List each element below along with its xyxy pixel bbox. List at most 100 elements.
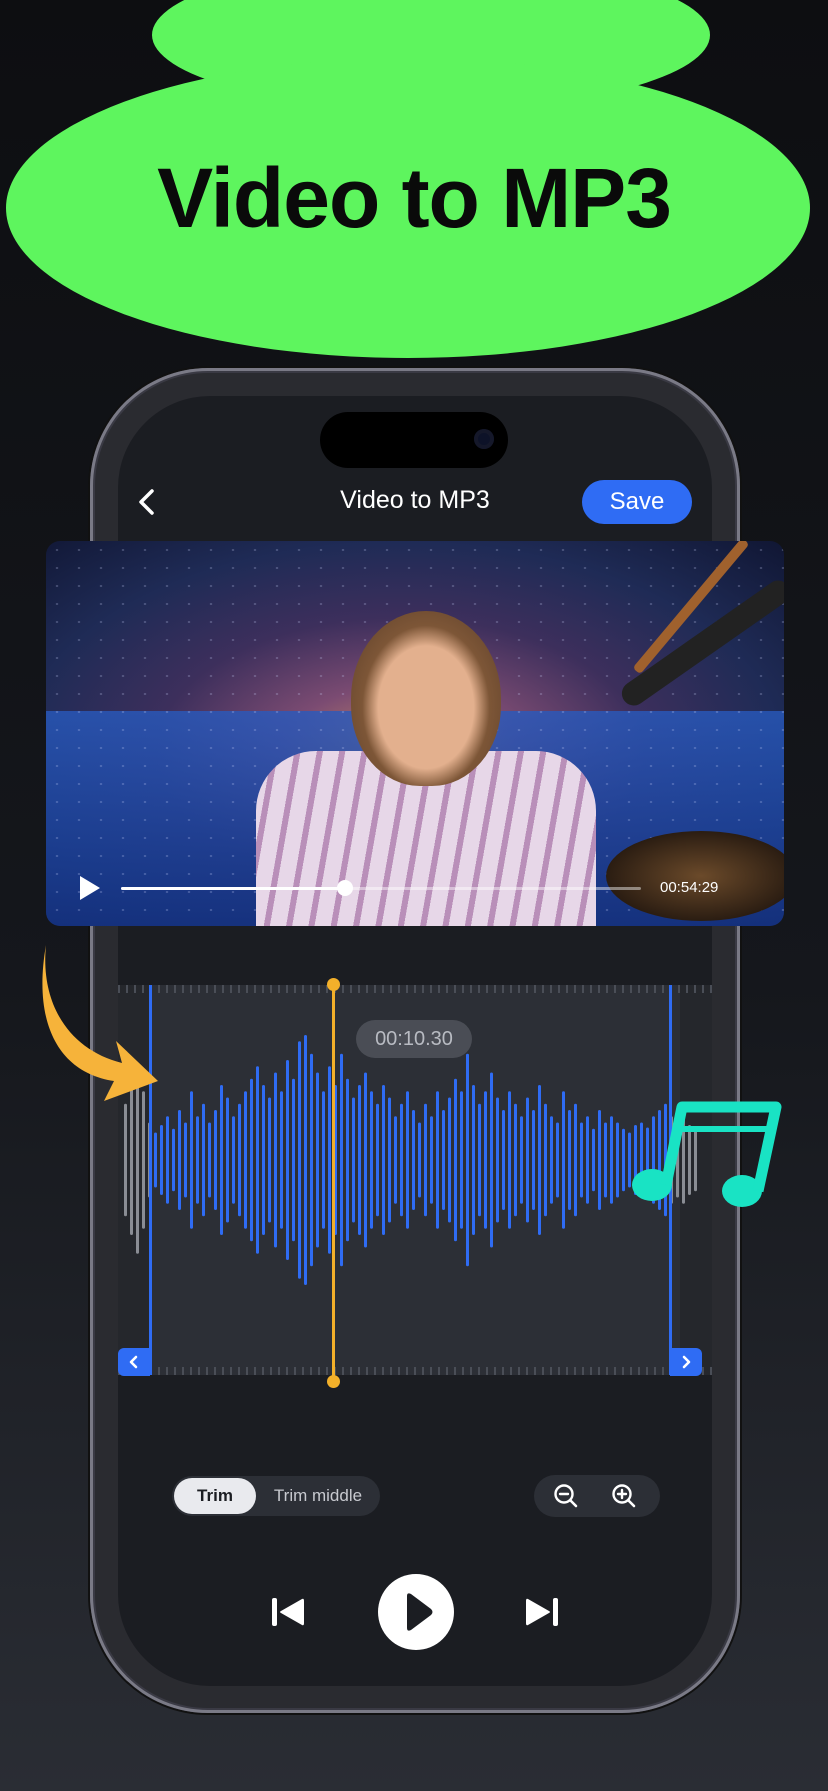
previous-button[interactable] [268,1592,308,1632]
waveform-bar [286,1060,289,1260]
zoom-out-icon [554,1484,578,1508]
waveform-bar [376,1103,379,1217]
playhead-bottom-dot [327,1375,340,1388]
back-button[interactable] [130,484,166,520]
waveform-bar [424,1103,427,1217]
waveform-bar [388,1097,391,1223]
waveform-bar [316,1072,319,1248]
waveform-bar [406,1091,409,1229]
waveform-bar [448,1097,451,1223]
waveform-bar [568,1110,571,1210]
zoom-out-button[interactable] [552,1482,580,1510]
waveform-bar [532,1110,535,1210]
waveform-bar [586,1116,589,1204]
waveform-bar [166,1116,169,1204]
waveform-bar [460,1091,463,1229]
waveform-bar [256,1066,259,1254]
waveform-bar [442,1110,445,1210]
waveform-bar [268,1097,271,1223]
waveform-bar [370,1091,373,1229]
waveform-bar [124,1103,127,1217]
trim-option[interactable]: Trim [174,1478,256,1514]
waveform-bar [226,1097,229,1223]
playhead-top-dot [327,978,340,991]
waveform-bar [184,1122,187,1198]
skip-back-icon [272,1598,304,1626]
waveform-bar [412,1110,415,1210]
waveform-bar [250,1078,253,1242]
waveform-bar [616,1122,619,1198]
waveform-bar [604,1122,607,1198]
chevron-left-icon [129,1355,138,1369]
waveform-bar [364,1072,367,1248]
waveform-bar [154,1132,157,1188]
waveform-bar [292,1078,295,1242]
next-button[interactable] [522,1592,562,1632]
waveform-bar [202,1103,205,1217]
curved-arrow-icon [42,945,158,1101]
waveform-bar [382,1085,385,1235]
waveform-bar [472,1085,475,1235]
waveform-bar [436,1091,439,1229]
waveform-bar [394,1116,397,1204]
zoom-in-button[interactable] [610,1482,638,1510]
video-singer-head [351,611,501,786]
waveform-bar [160,1125,163,1195]
waveform-bar [358,1085,361,1235]
waveform-bar [304,1035,307,1285]
zoom-controls [534,1475,660,1517]
video-preview[interactable]: 00:54:29 [46,541,784,926]
trim-mode-toggle: Trim Trim middle [172,1476,380,1516]
waveform-bar [352,1097,355,1223]
waveform-bar [238,1103,241,1217]
trim-middle-option[interactable]: Trim middle [260,1476,376,1516]
current-time-badge: 00:10.30 [356,1020,472,1058]
waveform-bar [490,1072,493,1248]
waveform-bar [172,1128,175,1192]
waveform-bar [340,1053,343,1267]
waveform-bar [178,1110,181,1210]
waveform-bar [244,1091,247,1229]
waveform-bar [190,1091,193,1229]
waveform-bar [400,1103,403,1217]
waveform-bar [496,1097,499,1223]
waveform-bar [196,1116,199,1204]
play-icon [407,1593,433,1631]
waveform-bar [142,1091,145,1229]
trim-start-handle[interactable] [118,1348,150,1376]
waveform-bar [544,1103,547,1217]
video-play-button[interactable] [72,871,106,905]
skip-forward-icon [526,1598,558,1626]
waveform-bar [550,1116,553,1204]
waveform-bar [562,1091,565,1229]
play-button[interactable] [378,1574,454,1650]
waveform-bar [580,1122,583,1198]
waveform-bar [502,1110,505,1210]
waveform-bar [538,1085,541,1235]
waveform-bar [592,1128,595,1192]
save-button[interactable]: Save [582,480,692,524]
video-cymbal [606,831,784,921]
waveform-bar [322,1091,325,1229]
waveform-bar [520,1116,523,1204]
video-progress-knob[interactable] [336,880,353,896]
waveform-bar [280,1091,283,1229]
waveform-bar [526,1097,529,1223]
waveform-bar [466,1053,469,1267]
chevron-left-icon [139,489,154,515]
video-progress-track[interactable] [121,880,641,896]
waveform-bar [214,1110,217,1210]
waveform-bar [478,1103,481,1217]
music-note-icon [632,1101,782,1207]
waveform-bar [346,1078,349,1242]
chevron-right-icon [682,1355,691,1369]
waveform-bar [220,1085,223,1235]
waveform-bar [454,1078,457,1242]
waveform-bar [274,1072,277,1248]
zoom-in-icon [612,1484,636,1508]
trim-end-handle[interactable] [670,1348,702,1376]
waveform-bar [508,1091,511,1229]
playhead[interactable] [327,978,340,1388]
waveform-bar [574,1103,577,1217]
waveform-bar [598,1110,601,1210]
